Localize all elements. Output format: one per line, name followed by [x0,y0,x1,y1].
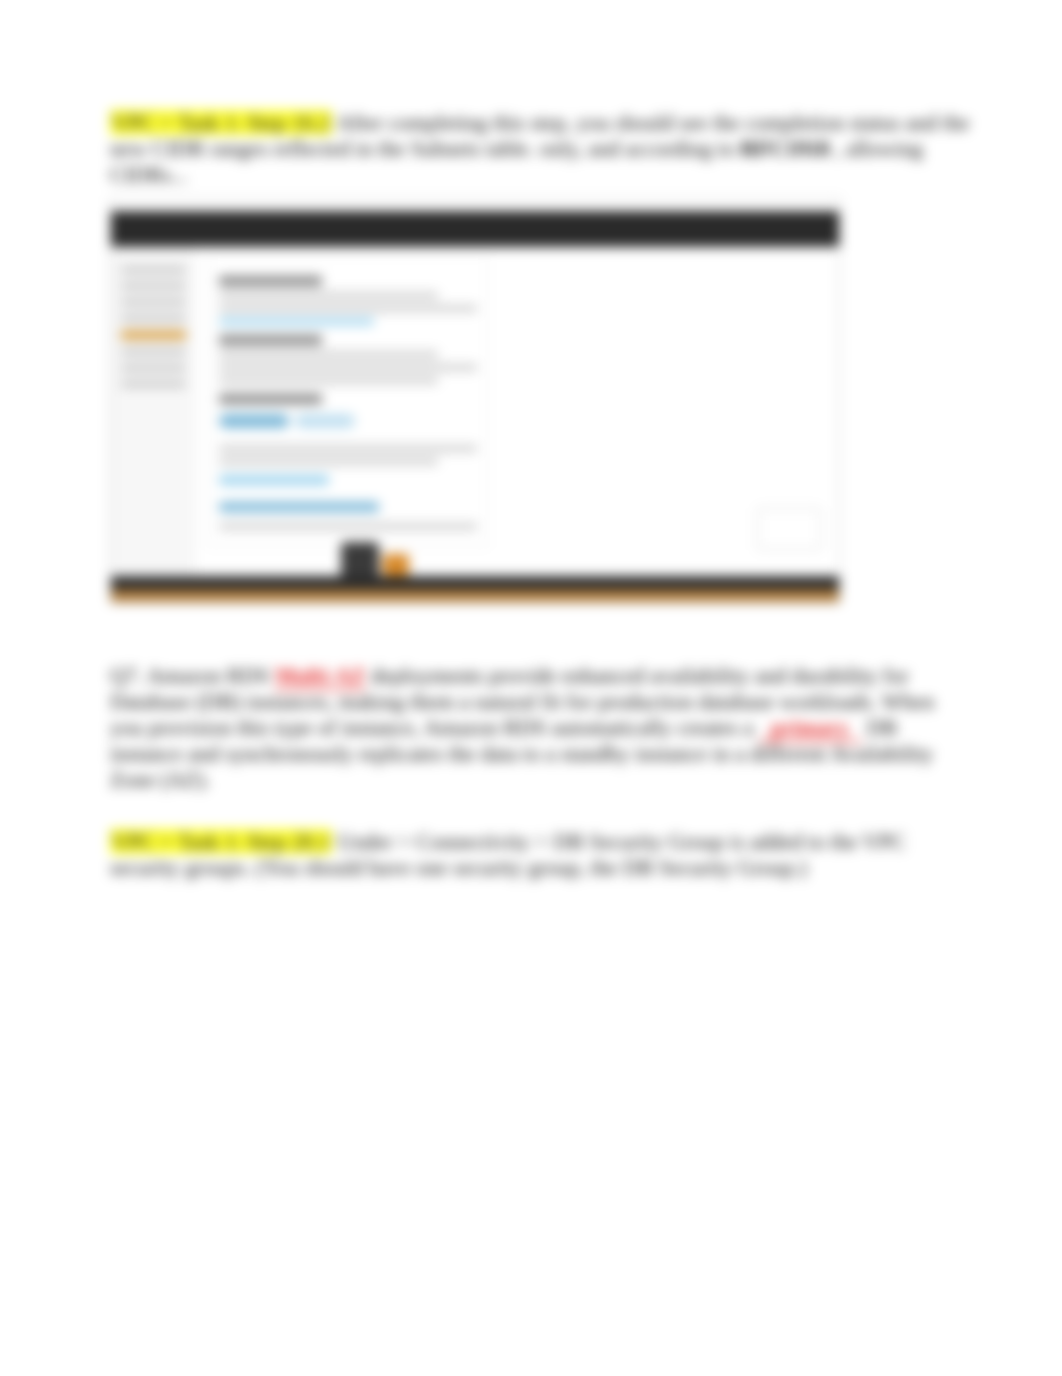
screenshot-topbar [111,211,839,247]
paragraph-3: VPC > Task 1: Step 20.1 Under > Connecti… [110,829,972,881]
embedded-screenshot [110,198,840,603]
screenshot-left-nav [111,247,196,576]
dock-icon-2 [383,554,409,576]
q7-blank-2: primary [759,715,861,742]
cidr-chip-1[interactable] [219,414,289,428]
additional-settings-link[interactable] [219,502,379,512]
add-new-subnet-link[interactable] [219,475,329,485]
paragraph-2: Q7. Amazon RDS Multi-AZ deployments prov… [110,663,972,793]
cidr-label [219,394,322,404]
zone-label [219,335,322,345]
q7-blank-1: Multi-AZ [275,663,365,690]
feedback-widget[interactable] [757,508,821,550]
screenshot-main [196,247,839,576]
screenshot-bottom-bar [111,590,839,602]
paragraph-1-rfc: RFC1918 [740,136,829,161]
left-nav-active-item[interactable] [121,331,186,339]
panel-title [219,276,322,286]
cidr-chip-2[interactable] [295,414,355,428]
highlight-step-16-2: VPC > Task 1: Step 16.2 [110,110,332,135]
paragraph-1-tail: only, and according to [539,136,740,161]
highlight-step-20-1: VPC > Task 1: Step 20.1 [110,829,332,854]
q7-lead: Q7. Amazon RDS [110,663,275,688]
paragraph-1: VPC > Task 1: Step 16.2 After completing… [110,110,972,188]
vpc-selector[interactable] [219,318,374,325]
create-subnet-panel [208,255,488,547]
dock-icon [341,542,379,576]
